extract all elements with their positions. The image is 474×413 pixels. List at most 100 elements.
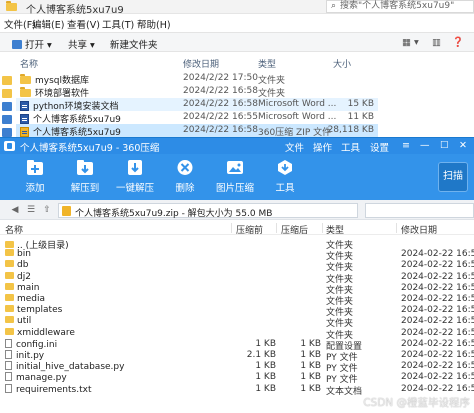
archive-row[interactable]: initial_hive_database.py 1 KB 1 KB PY 文件 202… bbox=[0, 361, 474, 374]
column-divider[interactable] bbox=[322, 223, 323, 233]
zip-menu-tools[interactable]: 工具 bbox=[341, 140, 360, 154]
col-type[interactable]: 类型 bbox=[258, 57, 276, 70]
archive-row[interactable]: db 文件夹 2024-02-22 16:56 bbox=[0, 260, 474, 273]
archive-item-name: dj2 bbox=[5, 271, 31, 282]
zip-search-input[interactable] bbox=[365, 203, 474, 218]
delete-button[interactable]: 删除 bbox=[162, 159, 208, 194]
extract-to-label: 解压到 bbox=[70, 183, 100, 194]
archive-row[interactable]: config.ini 1 KB 1 KB 配置设置 2024-02-22 16:56 bbox=[0, 338, 474, 352]
archive-row[interactable]: .. (上级目录) 文件夹 bbox=[0, 238, 474, 251]
nav-drive-icon[interactable] bbox=[2, 128, 12, 137]
col-name[interactable]: 名称 bbox=[20, 57, 38, 70]
archive-item-date: 2024-02-22 16:56 bbox=[401, 294, 474, 304]
archive-row[interactable]: xmiddleware 文件夹 2024-02-22 16:56 bbox=[0, 327, 474, 341]
column-divider[interactable] bbox=[231, 223, 232, 233]
nav-drive-icon[interactable] bbox=[2, 102, 12, 111]
file-row[interactable]: python环境安装文档 2024/2/22 16:58 Microsoft W… bbox=[16, 98, 378, 112]
address-input[interactable]: 个人博客系统5xu7u9.zip - 解包大小为 55.0 MB ∨ bbox=[58, 203, 400, 219]
open-button[interactable]: 打开 ▾ bbox=[12, 37, 52, 51]
archive-item-date: 2024-02-22 16:56 bbox=[401, 305, 474, 316]
col-after[interactable]: 压缩后 bbox=[281, 223, 308, 236]
archive-item-name-text: dj2 bbox=[17, 271, 31, 282]
help-icon[interactable]: ❓ bbox=[452, 37, 464, 48]
add-button[interactable]: 添加 bbox=[12, 159, 58, 194]
col-date[interactable]: 修改日期 bbox=[183, 57, 219, 70]
archive-item-date: 2024-02-22 16:56 bbox=[401, 383, 474, 394]
file-row[interactable]: 个人博客系统5xu7u9 2024/2/22 16:55 Microsoft W… bbox=[16, 111, 378, 125]
explorer-toolbar: 打开 ▾ 共享 ▾ 新建文件夹 ▦ ▾ ▥ ❓ bbox=[0, 32, 474, 52]
archive-row[interactable]: init.py 2.1 KB 1 KB PY 文件 2024-02-22 16:56 bbox=[0, 350, 474, 363]
file-date: 2024/2/22 16:58 bbox=[183, 86, 258, 96]
window-menu-icon[interactable]: ≡ bbox=[402, 140, 410, 151]
archive-row[interactable]: templates 文件夹 2024-02-22 16:56 bbox=[0, 305, 474, 318]
file-icon bbox=[5, 350, 12, 359]
zip-menu-settings[interactable]: 设置 bbox=[370, 140, 389, 154]
nav-folder-icon[interactable] bbox=[2, 76, 12, 85]
nav-folder-icon[interactable] bbox=[2, 89, 12, 98]
back-icon[interactable]: ◀ bbox=[10, 205, 20, 215]
file-icon bbox=[5, 372, 12, 382]
archive-item-date: 2024-02-22 16:56 bbox=[401, 282, 474, 293]
column-divider[interactable] bbox=[276, 223, 277, 233]
close-icon[interactable]: ✕ bbox=[459, 140, 467, 151]
extract-icon bbox=[75, 159, 95, 176]
archive-size-before: 2.1 KB bbox=[246, 350, 276, 360]
one-click-extract-button[interactable]: 一键解压 bbox=[112, 159, 158, 194]
archive-item-name: bin bbox=[5, 249, 31, 259]
archive-item-date: 2024-02-22 16:56 bbox=[401, 361, 474, 372]
extract-to-button[interactable]: 解压到 bbox=[62, 159, 108, 194]
col-size[interactable]: 大小 bbox=[333, 57, 351, 70]
add-icon bbox=[25, 159, 45, 176]
zip-window: 个人博客系统5xu7u9 - 360压缩 文件 操作 工具 设置 ≡ — ☐ ✕… bbox=[0, 137, 474, 413]
archive-item-name-text: templates bbox=[17, 305, 63, 316]
explorer-search-input[interactable]: ⌕ 搜索"个人博客系统5xu7u9" bbox=[326, 0, 474, 13]
file-row[interactable]: mysql数据库 2024/2/22 17:50 文件夹 bbox=[16, 72, 378, 86]
file-date: 2024/2/22 16:58 bbox=[183, 99, 258, 109]
tools-button[interactable]: 工具 bbox=[262, 159, 308, 194]
nav-drive-icon[interactable] bbox=[2, 115, 12, 124]
archive-row[interactable]: requirements.txt 1 KB 1 KB 文本文档 2024-02-22 1… bbox=[0, 383, 474, 397]
zip-menu-file[interactable]: 文件 bbox=[285, 140, 304, 154]
new-folder-button[interactable]: 新建文件夹 bbox=[110, 37, 158, 51]
file-row[interactable]: 个人博客系统5xu7u9 2024/2/22 16:58 360压缩 ZIP 文… bbox=[16, 124, 378, 138]
up-level-icon[interactable]: ⇧ bbox=[42, 205, 52, 215]
archive-item-name-text: db bbox=[17, 260, 29, 271]
col-before[interactable]: 压缩前 bbox=[236, 223, 263, 236]
column-divider[interactable] bbox=[396, 223, 397, 233]
file-type: Microsoft Word ... bbox=[258, 99, 337, 109]
scan-button[interactable]: 扫描 bbox=[438, 162, 468, 192]
archive-item-name-text: bin bbox=[17, 249, 31, 260]
archive-row[interactable]: bin 文件夹 2024-02-22 16:56 bbox=[0, 249, 474, 262]
archive-item-name-text: manage.py bbox=[16, 373, 67, 384]
col-date[interactable]: 修改日期 bbox=[401, 223, 437, 236]
view-options-icon[interactable]: ▦ ▾ bbox=[402, 37, 419, 48]
preview-pane-icon[interactable]: ▥ bbox=[432, 37, 441, 48]
col-type[interactable]: 类型 bbox=[326, 223, 344, 236]
menu-edit[interactable]: 编辑(E) bbox=[32, 17, 64, 31]
share-button[interactable]: 共享 ▾ bbox=[68, 37, 95, 51]
archive-item-date: 2024-02-22 16:56 bbox=[401, 372, 474, 383]
file-row[interactable]: 环境部署软件 2024/2/22 16:58 文件夹 bbox=[16, 85, 378, 99]
image-compress-label: 图片压缩 bbox=[215, 183, 254, 194]
archive-size-after: 1 KB bbox=[300, 383, 321, 394]
file-type: Microsoft Word ... bbox=[258, 112, 337, 122]
archive-row[interactable]: media 文件夹 2024-02-22 16:56 bbox=[0, 294, 474, 307]
archive-row[interactable]: util 文件夹 2024-02-22 16:56 bbox=[0, 316, 474, 329]
minimize-icon[interactable]: — bbox=[420, 140, 430, 151]
list-view-icon[interactable]: ☰ bbox=[26, 205, 36, 215]
archive-row[interactable]: dj2 文件夹 2024-02-22 16:56 bbox=[0, 271, 474, 285]
col-name[interactable]: 名称 bbox=[5, 223, 23, 236]
menu-view[interactable]: 查看(V) bbox=[67, 17, 100, 31]
maximize-icon[interactable]: ☐ bbox=[440, 140, 449, 151]
archive-item-date: 2024-02-22 16:56 bbox=[401, 316, 474, 327]
one-click-extract-label: 一键解压 bbox=[115, 183, 154, 194]
zip-file-icon bbox=[62, 206, 71, 216]
menu-help[interactable]: 帮助(H) bbox=[137, 17, 171, 31]
archive-item-date: 2024-02-22 16:56 bbox=[401, 338, 474, 349]
archive-row[interactable]: main 文件夹 2024-02-22 16:56 bbox=[0, 282, 474, 296]
zip-menu-operate[interactable]: 操作 bbox=[313, 140, 332, 154]
archive-row[interactable]: manage.py 1 KB 1 KB PY 文件 2024-02-22 16:56 bbox=[0, 372, 474, 385]
menu-tools[interactable]: 工具(T) bbox=[102, 17, 134, 31]
image-compress-button[interactable]: 图片压缩 bbox=[212, 159, 258, 194]
folder-icon bbox=[5, 327, 14, 335]
